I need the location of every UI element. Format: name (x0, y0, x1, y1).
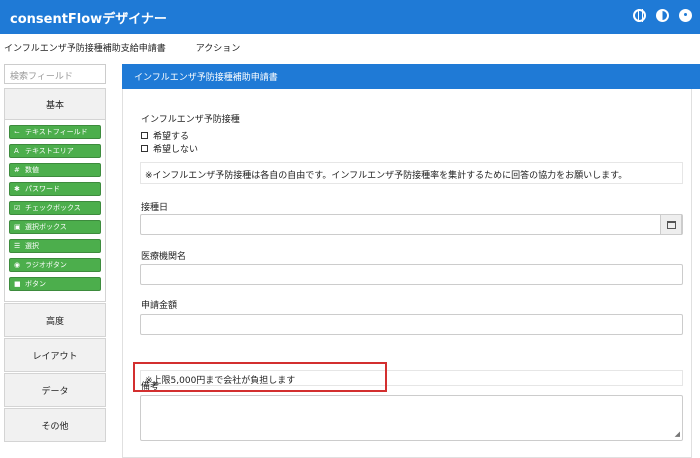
checkbox[interactable] (141, 145, 148, 152)
component-text-area[interactable]: A テキストエリア (9, 144, 101, 158)
component-label: テキストエリア (25, 147, 74, 155)
option-want[interactable]: 希望する (141, 129, 189, 142)
list-icon: ☰ (14, 242, 21, 250)
stop-icon: ■ (14, 280, 21, 288)
highlight-box (133, 362, 387, 392)
component-select-boxes[interactable]: ▣ 選択ボックス (9, 220, 101, 234)
component-number[interactable]: # 数値 (9, 163, 101, 177)
checkbox[interactable] (141, 132, 148, 139)
form-canvas: インフルエンザ予防接種補助申請書 インフルエンザ予防接種 希望する 希望しない … (122, 64, 700, 458)
checkbox-icon: ☑ (14, 204, 21, 212)
header-icons (633, 9, 692, 22)
document-title: インフルエンザ予防接種補助支給申請書 (4, 43, 166, 54)
date-input[interactable] (140, 214, 683, 235)
component-sidebar: 検索フィールド 基本 ⌙ テキストフィールド A テキストエリア # 数値 ✱ パスワー… (4, 64, 106, 442)
search-field[interactable]: 検索フィールド (4, 64, 106, 84)
calendar-button[interactable] (660, 214, 682, 235)
text-field-icon: ⌙ (14, 128, 20, 136)
hash-icon: # (14, 166, 20, 174)
group-data[interactable]: データ (4, 373, 106, 407)
vaccination-label: インフルエンザ予防接種 (141, 115, 240, 125)
option-not-want[interactable]: 希望しない (141, 142, 198, 155)
component-label: テキストフィールド (25, 128, 88, 136)
component-checkbox[interactable]: ☑ チェックボックス (9, 201, 101, 215)
vaccination-note: ※インフルエンザ予防接種は各自の自由です。インフルエンザ予防接種率を集計するため… (140, 162, 683, 184)
actions-menu[interactable]: アクション (196, 41, 241, 54)
component-label: ボタン (25, 280, 46, 288)
component-label: 選択ボックス (25, 223, 67, 231)
calendar-icon (666, 220, 676, 229)
component-label: チェックボックス (25, 204, 81, 212)
contrast-icon[interactable] (656, 9, 669, 22)
component-label: ラジオボタン (25, 261, 67, 269)
text-area-icon: A (14, 147, 19, 155)
asterisk-icon: ✱ (14, 185, 20, 193)
component-select[interactable]: ☰ 選択 (9, 239, 101, 253)
amount-label: 申請金額 (141, 301, 178, 311)
subnav: インフルエンザ予防接種補助支給申請書 アクション (0, 34, 700, 60)
clinic-input[interactable] (140, 264, 683, 285)
option-label: 希望しない (153, 145, 199, 155)
form-title: インフルエンザ予防接種補助申請書 (122, 64, 700, 89)
globe-icon[interactable] (633, 9, 646, 22)
component-label: 数値 (25, 166, 39, 174)
remarks-label: 備考 (141, 382, 160, 392)
amount-input[interactable] (140, 314, 683, 335)
group-other[interactable]: その他 (4, 408, 106, 442)
component-label: パスワード (25, 185, 60, 193)
component-radio[interactable]: ◉ ラジオボタン (9, 258, 101, 272)
user-icon[interactable] (679, 9, 692, 22)
date-label: 接種日 (141, 203, 169, 213)
remarks-textarea[interactable]: ◢ (140, 395, 683, 441)
radio-icon: ◉ (14, 261, 21, 269)
plus-square-icon: ▣ (14, 223, 21, 231)
component-label: 選択 (25, 242, 39, 250)
app-title: consentFlowデザイナー (10, 11, 167, 27)
resize-handle-icon[interactable]: ◢ (675, 430, 680, 438)
component-password[interactable]: ✱ パスワード (9, 182, 101, 196)
option-label: 希望する (153, 132, 190, 142)
basic-components: ⌙ テキストフィールド A テキストエリア # 数値 ✱ パスワード ☑ チェックボックス… (4, 120, 106, 302)
form-body: インフルエンザ予防接種 希望する 希望しない ※インフルエンザ予防接種は各自の自… (122, 89, 692, 458)
top-app-bar: consentFlowデザイナー (0, 0, 700, 34)
component-button[interactable]: ■ ボタン (9, 277, 101, 291)
group-advanced[interactable]: 高度 (4, 303, 106, 337)
component-text-field[interactable]: ⌙ テキストフィールド (9, 125, 101, 139)
group-basic[interactable]: 基本 (4, 88, 106, 120)
clinic-label: 医療機関名 (141, 252, 187, 262)
group-layout[interactable]: レイアウト (4, 338, 106, 372)
